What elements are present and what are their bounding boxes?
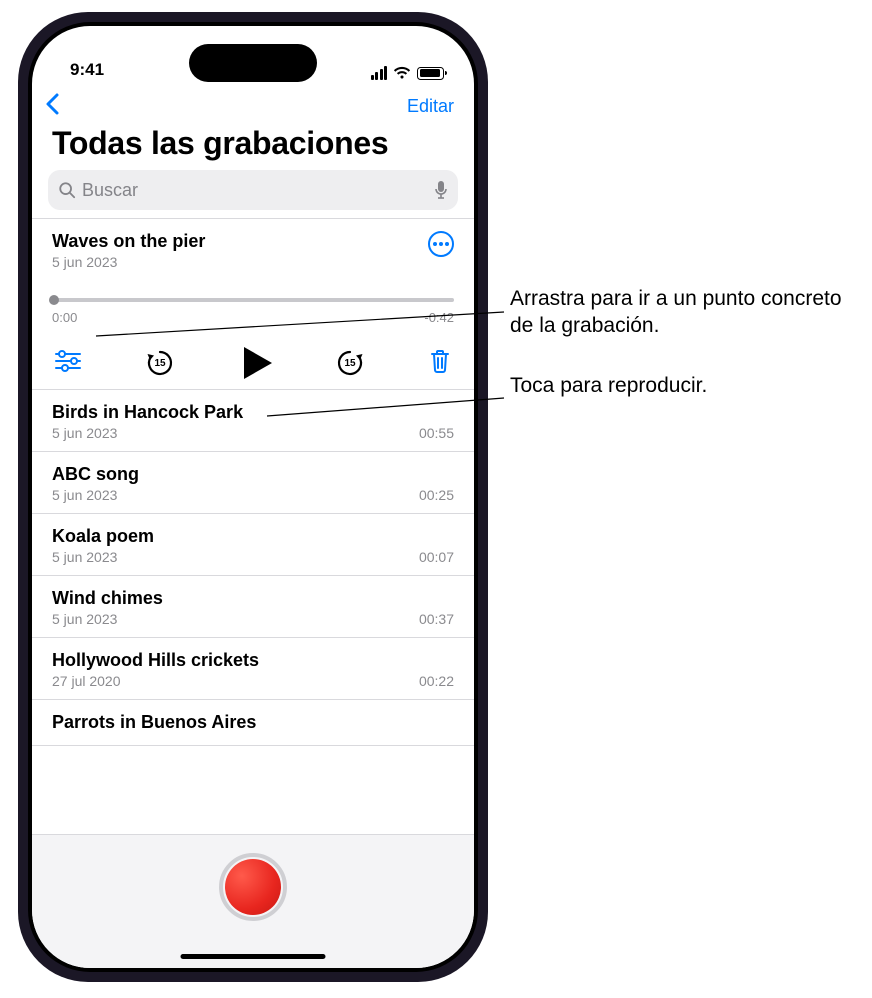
sliders-icon: [54, 350, 82, 372]
record-button[interactable]: [219, 853, 287, 921]
home-indicator[interactable]: [181, 954, 326, 959]
skip-back-amount: 15: [154, 358, 165, 369]
dynamic-island: [189, 44, 317, 82]
ellipsis-icon: [433, 242, 449, 246]
search-field[interactable]: Buscar: [48, 170, 458, 210]
playback-settings-button[interactable]: [54, 350, 82, 377]
recording-duration: 00:25: [419, 487, 454, 503]
recording-duration: 00:22: [419, 673, 454, 689]
recording-duration: 00:07: [419, 549, 454, 565]
annotation-play: Toca para reproducir.: [510, 372, 860, 399]
annotation-scrub: Arrastra para ir a un punto concreto de …: [510, 285, 860, 340]
recording-duration: 00:37: [419, 611, 454, 627]
recording-item[interactable]: Parrots in Buenos Aires: [32, 700, 474, 746]
recording-item[interactable]: Koala poem 5 jun 2023 00:07: [32, 514, 474, 576]
phone-frame: 9:41: [18, 12, 488, 982]
scrubber[interactable]: [52, 298, 454, 302]
delete-button[interactable]: [428, 348, 452, 379]
phone-bezel: 9:41: [28, 22, 478, 972]
recording-title: Waves on the pier: [52, 231, 205, 252]
skip-forward-15-button[interactable]: 15: [335, 348, 365, 378]
recording-title: ABC song: [52, 464, 139, 485]
recording-item[interactable]: ABC song 5 jun 2023 00:25: [32, 452, 474, 514]
battery-icon: [417, 67, 444, 80]
elapsed-time: 0:00: [52, 310, 77, 325]
more-options-button[interactable]: [428, 231, 454, 257]
recording-item[interactable]: Wind chimes 5 jun 2023 00:37: [32, 576, 474, 638]
recording-item[interactable]: Hollywood Hills crickets 27 jul 2020 00:22: [32, 638, 474, 700]
recording-title: Birds in Hancock Park: [52, 402, 243, 423]
recording-date: 27 jul 2020: [52, 673, 121, 689]
edit-button[interactable]: Editar: [407, 96, 454, 117]
skip-forward-amount: 15: [344, 358, 355, 369]
recording-date: 5 jun 2023: [52, 549, 117, 565]
nav-bar: Editar: [32, 84, 474, 123]
trash-icon: [428, 348, 452, 374]
cellular-signal-icon: [371, 66, 388, 80]
recording-date: 5 jun 2023: [52, 487, 117, 503]
page-title: Todas las grabaciones: [32, 123, 474, 170]
recording-date: 5 jun 2023: [52, 425, 117, 441]
screen: 9:41: [32, 26, 474, 968]
recording-title: Koala poem: [52, 526, 154, 547]
mic-icon[interactable]: [434, 180, 448, 200]
recording-title: Hollywood Hills crickets: [52, 650, 259, 671]
recording-date: 5 jun 2023: [52, 254, 205, 270]
back-button[interactable]: [44, 92, 62, 121]
recording-title: Wind chimes: [52, 588, 163, 609]
recording-item[interactable]: Birds in Hancock Park 5 jun 2023 00:55: [32, 390, 474, 452]
recordings-list: Waves on the pier 5 jun 2023 0:: [32, 218, 474, 746]
skip-back-15-button[interactable]: 15: [145, 348, 175, 378]
scrubber-knob[interactable]: [49, 295, 59, 305]
annotation-block: Arrastra para ir a un punto concreto de …: [510, 285, 860, 431]
play-button[interactable]: [244, 347, 272, 379]
status-time: 9:41: [70, 60, 104, 80]
chevron-left-icon: [44, 92, 62, 116]
status-right: [371, 66, 445, 80]
recording-date: 5 jun 2023: [52, 611, 117, 627]
search-placeholder: Buscar: [82, 180, 138, 201]
recording-expanded[interactable]: Waves on the pier 5 jun 2023 0:: [32, 219, 474, 390]
remaining-time: -0:42: [424, 310, 454, 325]
recording-duration: 00:55: [419, 425, 454, 441]
record-icon: [225, 859, 281, 915]
recording-title: Parrots in Buenos Aires: [52, 712, 256, 733]
search-icon: [58, 181, 76, 199]
wifi-icon: [393, 66, 411, 80]
record-bar: [32, 834, 474, 968]
